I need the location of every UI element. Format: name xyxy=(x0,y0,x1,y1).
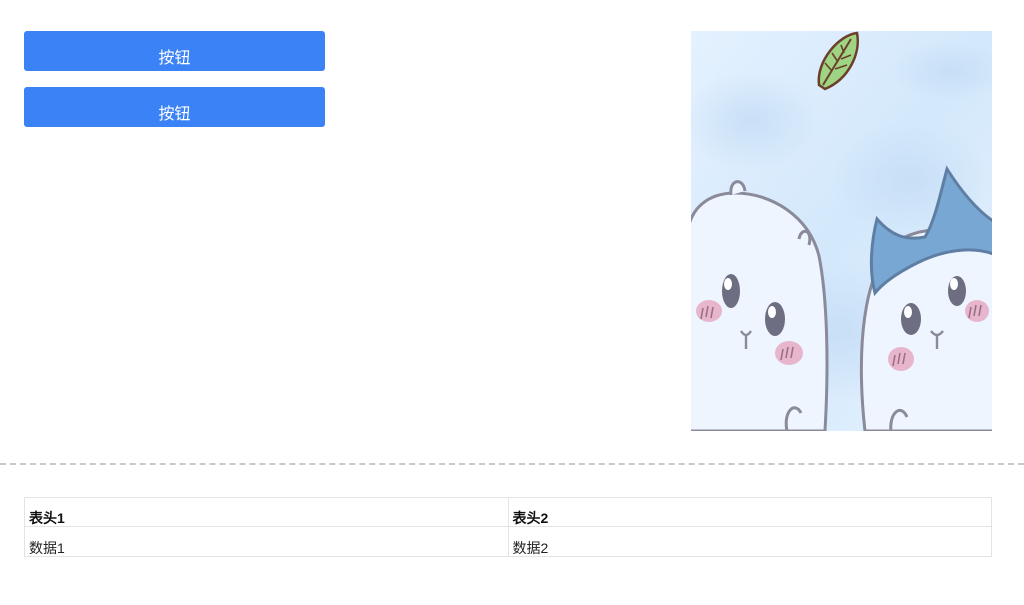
table-row: 数据1 数据2 xyxy=(24,526,992,557)
data-table: 表头1 表头2 数据1 数据2 xyxy=(24,497,992,557)
table-header-cell: 表头1 xyxy=(24,497,509,527)
table-cell: 数据2 xyxy=(507,526,992,557)
table-cell: 数据1 xyxy=(24,526,509,557)
primary-button-2[interactable]: 按钮 xyxy=(24,87,325,127)
page: 按钮 按钮 表头1 表头2 数据1 数据2 xyxy=(0,0,1024,605)
dashed-divider xyxy=(0,463,1024,465)
table-header-cell: 表头2 xyxy=(507,497,992,527)
table-header-row: 表头1 表头2 xyxy=(24,497,992,527)
primary-button-1[interactable]: 按钮 xyxy=(24,31,325,71)
cartoon-illustration xyxy=(691,31,992,431)
